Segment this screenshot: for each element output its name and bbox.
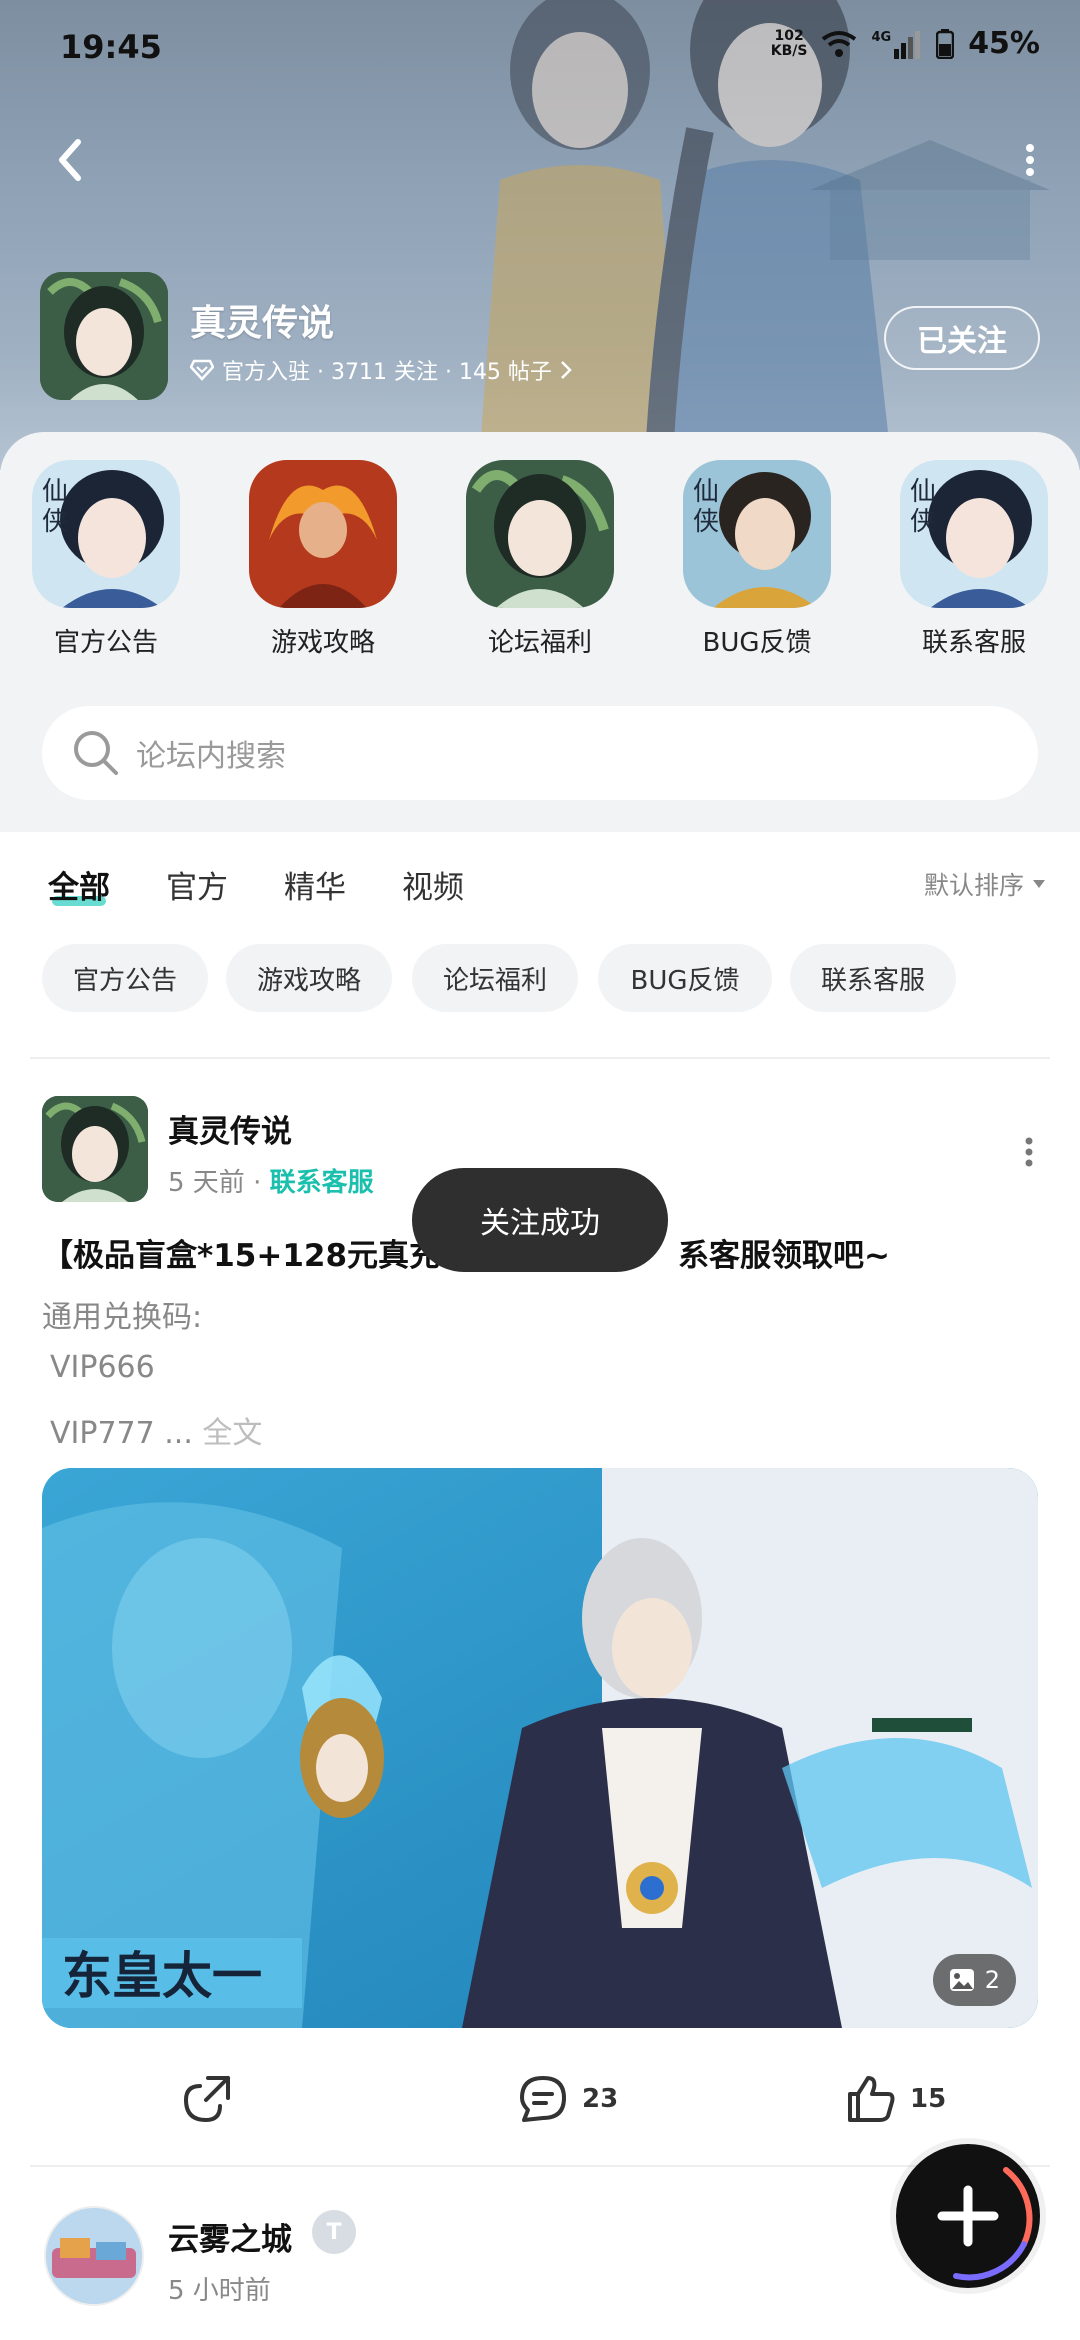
comment-icon bbox=[520, 2076, 566, 2122]
post-actions: 23 15 bbox=[0, 2066, 1080, 2136]
shortcut-bug-report[interactable]: 仙侠 BUG反馈 bbox=[677, 460, 837, 659]
image-caption: 东皇太一 bbox=[62, 1946, 262, 2005]
feed-tabs: 全部 官方 精华 视频 默认排序 bbox=[0, 832, 1080, 932]
svg-text:仙: 仙 bbox=[693, 477, 719, 507]
post-body-line: VIP777 ... 全文 bbox=[50, 1416, 263, 1451]
forum-title: 真灵传说 bbox=[190, 303, 335, 344]
more-vertical-icon bbox=[1026, 144, 1034, 176]
tab-video[interactable]: 视频 bbox=[402, 862, 464, 907]
like-count: 15 bbox=[910, 2084, 947, 2114]
forum-stats[interactable]: 官方入驻 · 3711 关注 · 145 帖子 bbox=[190, 354, 572, 386]
chip-welfare[interactable]: 论坛福利 bbox=[412, 944, 578, 1012]
comment-count: 23 bbox=[582, 2084, 619, 2114]
post-body-line: VIP666 bbox=[50, 1350, 155, 1385]
net-speed: 102 KB/S bbox=[770, 27, 808, 59]
shortcut-announcement[interactable]: 仙侠 官方公告 bbox=[26, 460, 186, 659]
post-time: 5 小时前 bbox=[168, 2276, 271, 2306]
announcement-icon: 仙侠 bbox=[32, 460, 180, 608]
create-post-button[interactable] bbox=[896, 2144, 1040, 2288]
post-author-name[interactable]: 真灵传说 bbox=[168, 1106, 292, 1151]
battery-level: 45% bbox=[968, 26, 1040, 61]
shortcut-guide[interactable]: 游戏攻略 bbox=[243, 460, 403, 659]
comment-button[interactable]: 23 bbox=[516, 2072, 618, 2126]
status-bar: 19:45 102 KB/S 4G 45% bbox=[0, 0, 1080, 96]
forum-avatar[interactable] bbox=[40, 272, 168, 400]
post-category-link[interactable]: 联系客服 bbox=[270, 1168, 374, 1198]
share-button[interactable] bbox=[180, 2072, 234, 2126]
chip-guide[interactable]: 游戏攻略 bbox=[226, 944, 392, 1012]
status-icons: 102 KB/S 4G 45% bbox=[771, 26, 1040, 61]
post-author-avatar[interactable] bbox=[44, 2206, 144, 2306]
guide-icon bbox=[249, 460, 397, 608]
svg-text:仙: 仙 bbox=[42, 477, 68, 507]
chip-bug-report[interactable]: BUG反馈 bbox=[598, 944, 772, 1012]
verified-diamond-icon bbox=[190, 359, 214, 381]
image-count-badge: 2 bbox=[932, 1954, 1016, 2006]
like-button[interactable]: 15 bbox=[844, 2072, 946, 2126]
post-meta: 5 天前 · 联系客服 bbox=[168, 1168, 374, 1198]
divider bbox=[30, 1057, 1050, 1059]
more-vertical-icon bbox=[1025, 1137, 1033, 1167]
category-chips: 官方公告 游戏攻略 论坛福利 BUG反馈 联系客服 bbox=[0, 944, 1080, 1014]
forum-info: 真灵传说 官方入驻 · 3711 关注 · 145 帖子 已关注 bbox=[40, 272, 1040, 402]
post-more-button[interactable] bbox=[1022, 1132, 1036, 1172]
toast-message: 关注成功 bbox=[412, 1168, 668, 1272]
shortcut-customer-service[interactable]: 仙侠 联系客服 bbox=[894, 460, 1054, 659]
search-placeholder: 论坛内搜索 bbox=[136, 739, 286, 774]
forum-header-banner: 19:45 102 KB/S 4G 45% 真灵传说 官方入驻 · 3711 关… bbox=[0, 0, 1080, 470]
shortcut-welfare[interactable]: 论坛福利 bbox=[460, 460, 620, 659]
tab-featured[interactable]: 精华 bbox=[284, 862, 346, 907]
svg-text:侠: 侠 bbox=[693, 507, 719, 537]
post-author-name[interactable]: 云雾之城 bbox=[168, 2214, 292, 2259]
svg-text:仙: 仙 bbox=[910, 477, 936, 507]
chevron-left-icon bbox=[59, 139, 81, 181]
sort-dropdown[interactable]: 默认排序 bbox=[924, 866, 1046, 902]
chip-customer-service[interactable]: 联系客服 bbox=[790, 944, 956, 1012]
caret-down-icon bbox=[1033, 880, 1045, 888]
chip-announcement[interactable]: 官方公告 bbox=[42, 944, 208, 1012]
image-icon bbox=[949, 1969, 974, 1991]
chevron-right-icon bbox=[561, 361, 572, 379]
wifi-icon bbox=[821, 29, 857, 59]
more-options-button[interactable] bbox=[1020, 140, 1040, 180]
plus-icon bbox=[937, 2167, 1033, 2281]
status-time: 19:45 bbox=[60, 28, 162, 66]
read-more-link[interactable]: 全文 bbox=[202, 1416, 262, 1451]
svg-text:侠: 侠 bbox=[910, 507, 936, 537]
post-author-avatar[interactable] bbox=[42, 1096, 148, 1202]
forum-search-input[interactable]: 论坛内搜索 bbox=[42, 706, 1038, 800]
svg-text:侠: 侠 bbox=[42, 507, 68, 537]
back-button[interactable] bbox=[48, 130, 92, 190]
share-icon bbox=[183, 2076, 230, 2123]
battery-icon bbox=[936, 28, 955, 59]
post-image[interactable]: 东皇太一 2 bbox=[42, 1468, 1038, 2028]
follow-button[interactable]: 已关注 bbox=[884, 306, 1040, 370]
customer-service-icon: 仙侠 bbox=[900, 460, 1048, 608]
welfare-icon bbox=[466, 460, 614, 608]
tab-all[interactable]: 全部 bbox=[48, 862, 110, 907]
user-level-badge: T bbox=[312, 2210, 356, 2254]
thumbs-up-icon bbox=[848, 2076, 895, 2122]
search-icon bbox=[74, 731, 118, 775]
bug-report-icon: 仙侠 bbox=[683, 460, 831, 608]
shortcut-row: 仙侠 官方公告 游戏攻略 论坛福利 仙侠 BUG反馈 仙侠 联系客服 bbox=[0, 460, 1080, 670]
post-body-line: 通用兑换码: bbox=[42, 1300, 203, 1335]
cellular-signal-icon: 4G bbox=[871, 29, 922, 59]
tab-official[interactable]: 官方 bbox=[166, 862, 228, 907]
